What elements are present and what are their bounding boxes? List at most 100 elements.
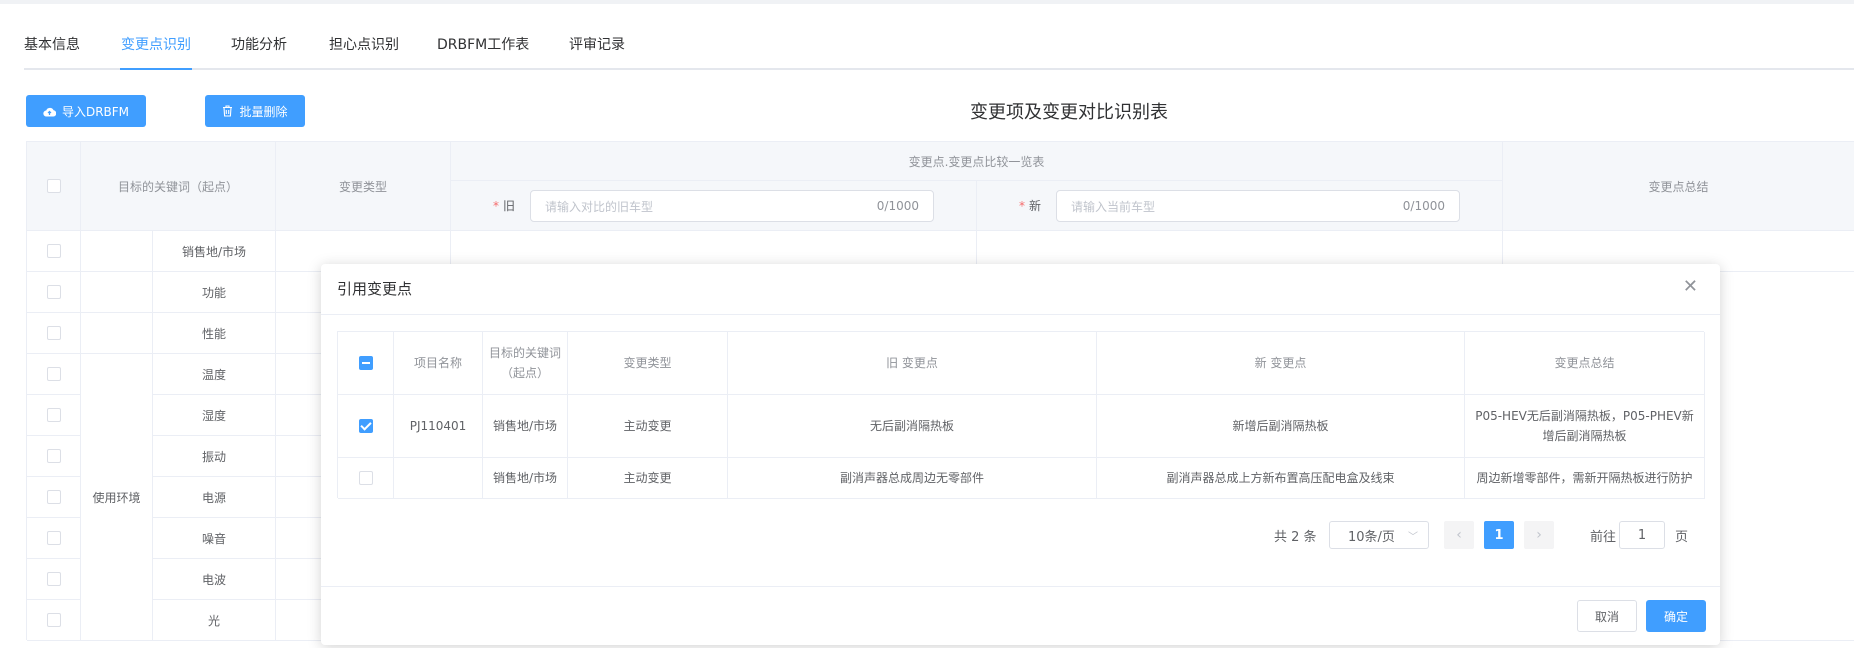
dialog-row-change-type: 主动变更 xyxy=(568,458,728,499)
cancel-button[interactable]: 取消 xyxy=(1577,600,1637,632)
row-checkbox[interactable] xyxy=(46,244,61,258)
row-checkbox-cell xyxy=(27,354,81,395)
tab-concern-point[interactable]: 担心点识别 xyxy=(329,32,399,58)
dialog-row-checkbox-cell xyxy=(338,458,394,499)
row-checkbox-cell xyxy=(27,477,81,518)
batch-delete-label: 批量删除 xyxy=(239,104,288,119)
confirm-button[interactable]: 确定 xyxy=(1646,600,1706,632)
chevron-left-icon: ‹ xyxy=(1456,527,1462,543)
page-size-select[interactable]: 10条/页 ﹀ xyxy=(1329,521,1429,549)
dialog-header-project: 项目名称 xyxy=(394,332,483,395)
row-checkbox-cell xyxy=(27,272,81,313)
new-model-cell: * 新 请输入当前车型 0/1000 xyxy=(977,181,1503,231)
tab-change-point[interactable]: 变更点识别 xyxy=(121,32,191,58)
dialog-row-summary: 周边新增零部件，需新开隔热板进行防护 xyxy=(1465,458,1705,499)
goto-page-input[interactable]: 1 xyxy=(1619,521,1665,549)
chevron-down-icon: ﹀ xyxy=(1408,531,1418,543)
tab-function-analysis[interactable]: 功能分析 xyxy=(231,32,287,58)
row-checkbox[interactable] xyxy=(46,367,61,381)
prev-page-button[interactable]: ‹ xyxy=(1444,521,1474,549)
row-keyword: 电源 xyxy=(153,477,276,518)
dialog-select-all-checkbox[interactable] xyxy=(358,356,373,370)
confirm-label: 确定 xyxy=(1663,609,1688,624)
row-checkbox[interactable] xyxy=(46,572,61,586)
dialog-row-change-type: 主动变更 xyxy=(568,395,728,458)
row-checkbox-cell xyxy=(27,436,81,477)
reference-change-point-dialog: 引用变更点 ✕ 项目名称 目标的关键词（起点） 变更类型 旧 变更点 新 变更点… xyxy=(321,264,1720,645)
old-model-placeholder: 请输入对比的旧车型 xyxy=(545,199,654,214)
goto-suffix: 页 xyxy=(1675,530,1689,545)
dialog-row-keyword: 销售地/市场 xyxy=(483,395,568,458)
old-label: 旧 xyxy=(503,199,516,213)
new-label: 新 xyxy=(1029,199,1042,213)
dialog-header-keyword: 目标的关键词（起点） xyxy=(483,332,568,395)
row-checkbox[interactable] xyxy=(46,490,61,504)
row-checkbox-cell xyxy=(27,518,81,559)
tab-review-records[interactable]: 评审记录 xyxy=(569,32,625,58)
row-keyword: 电波 xyxy=(153,559,276,600)
cloud-upload-icon xyxy=(43,107,56,117)
dialog-title: 引用变更点 xyxy=(337,280,413,298)
row-checkbox[interactable] xyxy=(46,285,61,299)
tab-drbfm-worksheet[interactable]: DRBFM工作表 xyxy=(437,32,529,58)
row-checkbox[interactable] xyxy=(46,449,61,463)
row-checkbox-cell xyxy=(27,559,81,600)
row-keyword: 光 xyxy=(153,600,276,641)
header-keyword: 目标的关键词（起点） xyxy=(81,142,276,231)
import-drbfm-button[interactable]: 导入DRBFM xyxy=(26,95,146,127)
row-checkbox-cell xyxy=(27,395,81,436)
dialog-header-new: 新 变更点 xyxy=(1097,332,1465,395)
new-model-counter: 0/1000 xyxy=(1402,199,1445,213)
trash-icon xyxy=(223,105,233,117)
row-keyword: 销售地/市场 xyxy=(153,231,276,272)
dialog-row-old: 副消声器总成周边无零部件 xyxy=(728,458,1097,499)
dialog-row-checkbox-cell xyxy=(338,395,394,458)
tab-bar: 基本信息 变更点识别 功能分析 担心点识别 DRBFM工作表 评审记录 xyxy=(24,32,1854,70)
row-keyword: 功能 xyxy=(153,272,276,313)
tab-basic-info[interactable]: 基本信息 xyxy=(24,32,80,58)
pagination-total: 共 2 条 xyxy=(1274,530,1317,545)
dialog-header-old: 旧 变更点 xyxy=(728,332,1097,395)
dialog-row-summary: P05-HEV无后副消隔热板，P05-PHEV新增后副消隔热板 xyxy=(1465,395,1705,458)
row-checkbox[interactable] xyxy=(46,613,61,627)
row-checkbox[interactable] xyxy=(46,531,61,545)
dialog-row-project xyxy=(394,458,483,499)
old-model-cell: * 旧 请输入对比的旧车型 0/1000 xyxy=(451,181,977,231)
goto-prefix: 前往 xyxy=(1590,530,1617,545)
row-checkbox[interactable] xyxy=(46,408,61,422)
dialog-header-change-type: 变更类型 xyxy=(568,332,728,395)
group-usage-environment: 使用环境 xyxy=(81,354,153,641)
chevron-right-icon: › xyxy=(1536,527,1542,543)
dialog-row-new: 新增后副消隔热板 xyxy=(1097,395,1465,458)
row-group-cell xyxy=(81,272,153,313)
dialog-row-keyword: 销售地/市场 xyxy=(483,458,568,499)
dialog-row-old: 无后副消隔热板 xyxy=(728,395,1097,458)
row-group-cell xyxy=(81,231,153,272)
select-all-cell xyxy=(27,142,81,231)
new-model-placeholder: 请输入当前车型 xyxy=(1071,199,1156,214)
dialog-header-summary: 变更点总结 xyxy=(1465,332,1705,395)
header-compare: 变更点.变更点比较一览表 xyxy=(451,142,1503,181)
new-model-input[interactable]: 请输入当前车型 0/1000 xyxy=(1056,190,1460,222)
row-keyword: 性能 xyxy=(153,313,276,354)
next-page-button[interactable]: › xyxy=(1524,521,1554,549)
row-keyword: 湿度 xyxy=(153,395,276,436)
page: 基本信息 变更点识别 功能分析 担心点识别 DRBFM工作表 评审记录 导入DR… xyxy=(0,4,1854,648)
close-icon[interactable]: ✕ xyxy=(1683,278,1698,296)
row-keyword: 噪音 xyxy=(153,518,276,559)
row-keyword: 温度 xyxy=(153,354,276,395)
row-checkbox-cell xyxy=(27,313,81,354)
row-checkbox[interactable] xyxy=(46,326,61,340)
row-checkbox-cell xyxy=(27,600,81,641)
dialog-row-project: PJ110401 xyxy=(394,395,483,458)
dialog-row-checkbox[interactable] xyxy=(358,419,373,433)
old-model-input[interactable]: 请输入对比的旧车型 0/1000 xyxy=(530,190,934,222)
page-title: 变更项及变更对比识别表 xyxy=(970,102,1168,123)
select-all-checkbox[interactable] xyxy=(46,179,61,193)
dialog-row-new: 副消声器总成上方新布置高压配电盒及线束 xyxy=(1097,458,1465,499)
tab-active-indicator xyxy=(120,68,192,70)
dialog-footer-divider xyxy=(321,586,1720,587)
dialog-row-checkbox[interactable] xyxy=(358,471,373,485)
page-number-current[interactable]: 1 xyxy=(1484,521,1514,549)
batch-delete-button[interactable]: 批量删除 xyxy=(205,95,305,127)
